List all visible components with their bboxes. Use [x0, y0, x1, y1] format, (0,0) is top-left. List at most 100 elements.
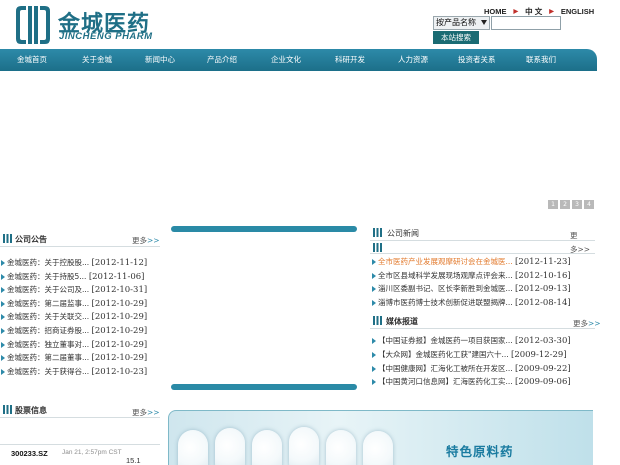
stock-time: Jan 21, 2:57pm CST — [62, 449, 122, 456]
product-banner-title: 特色原料药 — [446, 444, 514, 459]
list-item[interactable]: 【中国黄河口信息网】汇海医药化工实... [2009-09-06] — [372, 375, 571, 388]
nav-item-home[interactable]: 金城首页 — [17, 49, 47, 71]
list-item[interactable]: 淄川区委副书记、区长李新胜到金城医... [2012-09-13] — [372, 282, 571, 295]
more-label: 更多 — [573, 319, 588, 328]
slide-button-3[interactable]: 3 — [572, 200, 582, 209]
list-item[interactable]: 金城医药：关于关联交... [2012-10-29] — [1, 310, 147, 323]
search-category-select[interactable]: 按产品名称 — [433, 16, 490, 30]
item-date: [2012-11-12] — [91, 258, 148, 268]
bullet-icon — [1, 328, 5, 334]
nav-item-research[interactable]: 科研开发 — [335, 49, 365, 71]
item-date: [2012-03-30] — [515, 336, 571, 346]
item-date: [2012-10-23] — [91, 366, 148, 377]
bullet-icon — [1, 341, 5, 348]
media-reports-title: 媒体报道 — [386, 317, 418, 326]
item-title: 金城医药：第二届董事... — [7, 353, 90, 363]
slide-button-4[interactable]: 4 — [584, 200, 594, 209]
item-title: 【中国证券报】金城医药一项目获国家... — [378, 336, 513, 345]
item-title: 【中国黄河口信息网】汇海医药化工实... — [378, 377, 513, 387]
divider — [370, 253, 595, 254]
search-input[interactable] — [491, 16, 561, 30]
search-button[interactable]: 本站搜索 — [433, 31, 479, 44]
item-title: 金城医药：关于控股股... — [7, 258, 90, 267]
divider — [0, 444, 160, 445]
section-icon — [3, 234, 12, 243]
stock-title: 股票信息 — [15, 406, 47, 415]
list-item[interactable]: 金城医药：第二届董事... [2012-10-29] — [1, 351, 147, 364]
english-link[interactable]: ENGLISH — [561, 7, 594, 16]
section-icon — [3, 405, 12, 414]
divider — [0, 246, 160, 247]
bullet-icon — [372, 351, 376, 358]
nav-item-contact[interactable]: 联系我们 — [526, 49, 556, 71]
list-item[interactable]: 金城医药：第二届监事... [2012-10-29] — [1, 297, 147, 310]
list-item[interactable]: 金城医药：关于控股股... [2012-11-12] — [1, 256, 147, 269]
chinese-link[interactable]: 中 文 — [525, 6, 542, 17]
item-title: 全市区县域科学发展现场观摩点评会来... — [378, 270, 513, 280]
item-title: 金城医药：关于持股5... — [7, 271, 87, 281]
company-news-list: 全市医药产业发展观摩研讨会在金城医... [2012-11-23] 全市区县域科… — [372, 255, 602, 311]
nav-item-investors[interactable]: 投资者关系 — [458, 49, 496, 71]
item-date: [2009-09-22] — [515, 363, 571, 374]
more-label: 更多 — [132, 236, 147, 245]
list-item[interactable]: 全市区县域科学发展现场观摩点评会来... [2012-10-16] — [372, 269, 571, 282]
divider — [0, 417, 160, 418]
more-label: 更多 — [132, 408, 147, 417]
item-date: [2012-11-23] — [515, 257, 571, 267]
home-link[interactable]: HOME — [484, 7, 507, 16]
item-title: 金城医药：第二届监事... — [7, 298, 90, 308]
slide-button-2[interactable]: 2 — [560, 200, 570, 209]
nav-item-products[interactable]: 产品介绍 — [207, 49, 237, 71]
nav-item-hr[interactable]: 人力资源 — [398, 49, 428, 71]
bullet-icon — [372, 338, 376, 344]
item-title: 金城医药：招商证券股... — [7, 326, 90, 335]
section-icon — [373, 243, 382, 252]
more-arrows: >> — [147, 408, 160, 417]
item-title: 【中国健康网】汇海化工被所在开发区... — [378, 363, 513, 373]
list-item[interactable]: 【中国健康网】汇海化工被所在开发区... [2009-09-22] — [372, 362, 571, 375]
company-news-title: 公司新闻 — [387, 229, 419, 238]
bullet-icon — [372, 300, 376, 307]
list-item[interactable]: 全市医药产业发展观摩研讨会在金城医... [2012-11-23] — [372, 255, 571, 268]
list-item[interactable]: 金城医药：关于持股5... [2012-11-06] — [1, 270, 144, 283]
bullet-icon — [1, 287, 5, 294]
item-title: 全市医药产业发展观摩研讨会在金城医... — [378, 257, 513, 266]
list-item[interactable]: 淄博市医药博士技术创新促进联盟揭牌... [2012-08-14] — [372, 296, 571, 309]
list-item[interactable]: 金城医药：招商证券股... [2012-10-29] — [1, 324, 147, 337]
brand-name-en: JINCHENG PHARM — [59, 31, 153, 42]
bullet-icon — [1, 260, 5, 266]
capsule-image — [363, 431, 393, 465]
bullet-icon — [372, 259, 376, 265]
middle-panel-bottom-bar — [171, 384, 357, 390]
divider — [370, 328, 595, 329]
bullet-icon — [1, 314, 5, 321]
nav-item-culture[interactable]: 企业文化 — [271, 49, 301, 71]
section-icon — [373, 316, 382, 325]
middle-panel-top-bar — [171, 226, 357, 232]
item-title: 淄博市医药博士技术创新促进联盟揭牌... — [378, 298, 513, 308]
bullet-icon — [1, 368, 5, 375]
capsule-image — [326, 430, 356, 465]
list-item[interactable]: 【大众网】金城医药化工获"建国六十... [2009-12-29] — [372, 348, 567, 361]
divider — [370, 240, 595, 241]
item-date: [2012-09-13] — [515, 284, 571, 295]
bullet-icon — [372, 379, 376, 386]
item-date: [2012-10-29] — [91, 339, 148, 350]
bullet-icon — [372, 286, 376, 293]
capsule-image — [289, 427, 319, 465]
slide-button-1[interactable]: 1 — [548, 200, 558, 209]
list-item[interactable]: 金城医药：关于公司及... [2012-10-31] — [1, 283, 147, 296]
item-date: [2012-10-16] — [515, 270, 571, 281]
item-title: 【大众网】金城医药化工获"建国六十... — [378, 349, 509, 359]
list-item[interactable]: 金城医药：独立董事对... [2012-10-29] — [1, 338, 147, 351]
nav-item-news[interactable]: 新闻中心 — [145, 49, 175, 71]
logo-icon[interactable] — [12, 3, 54, 47]
main-nav: 金城首页 关于金城 新闻中心 产品介绍 企业文化 科研开发 人力资源 投资者关系… — [0, 49, 597, 71]
list-item[interactable]: 金城医药：关于获得谷... [2012-10-23] — [1, 365, 147, 378]
nav-item-about[interactable]: 关于金城 — [82, 49, 112, 71]
announcements-list: 金城医药：关于控股股... [2012-11-12] 金城医药：关于持股5...… — [1, 256, 166, 380]
triangle-right-icon: ▶ — [513, 8, 519, 15]
list-item[interactable]: 【中国证券报】金城医药一项目获国家... [2012-03-30] — [372, 334, 571, 347]
bullet-icon — [1, 273, 5, 280]
announcements-more-link[interactable]: 更多>> — [132, 235, 160, 246]
